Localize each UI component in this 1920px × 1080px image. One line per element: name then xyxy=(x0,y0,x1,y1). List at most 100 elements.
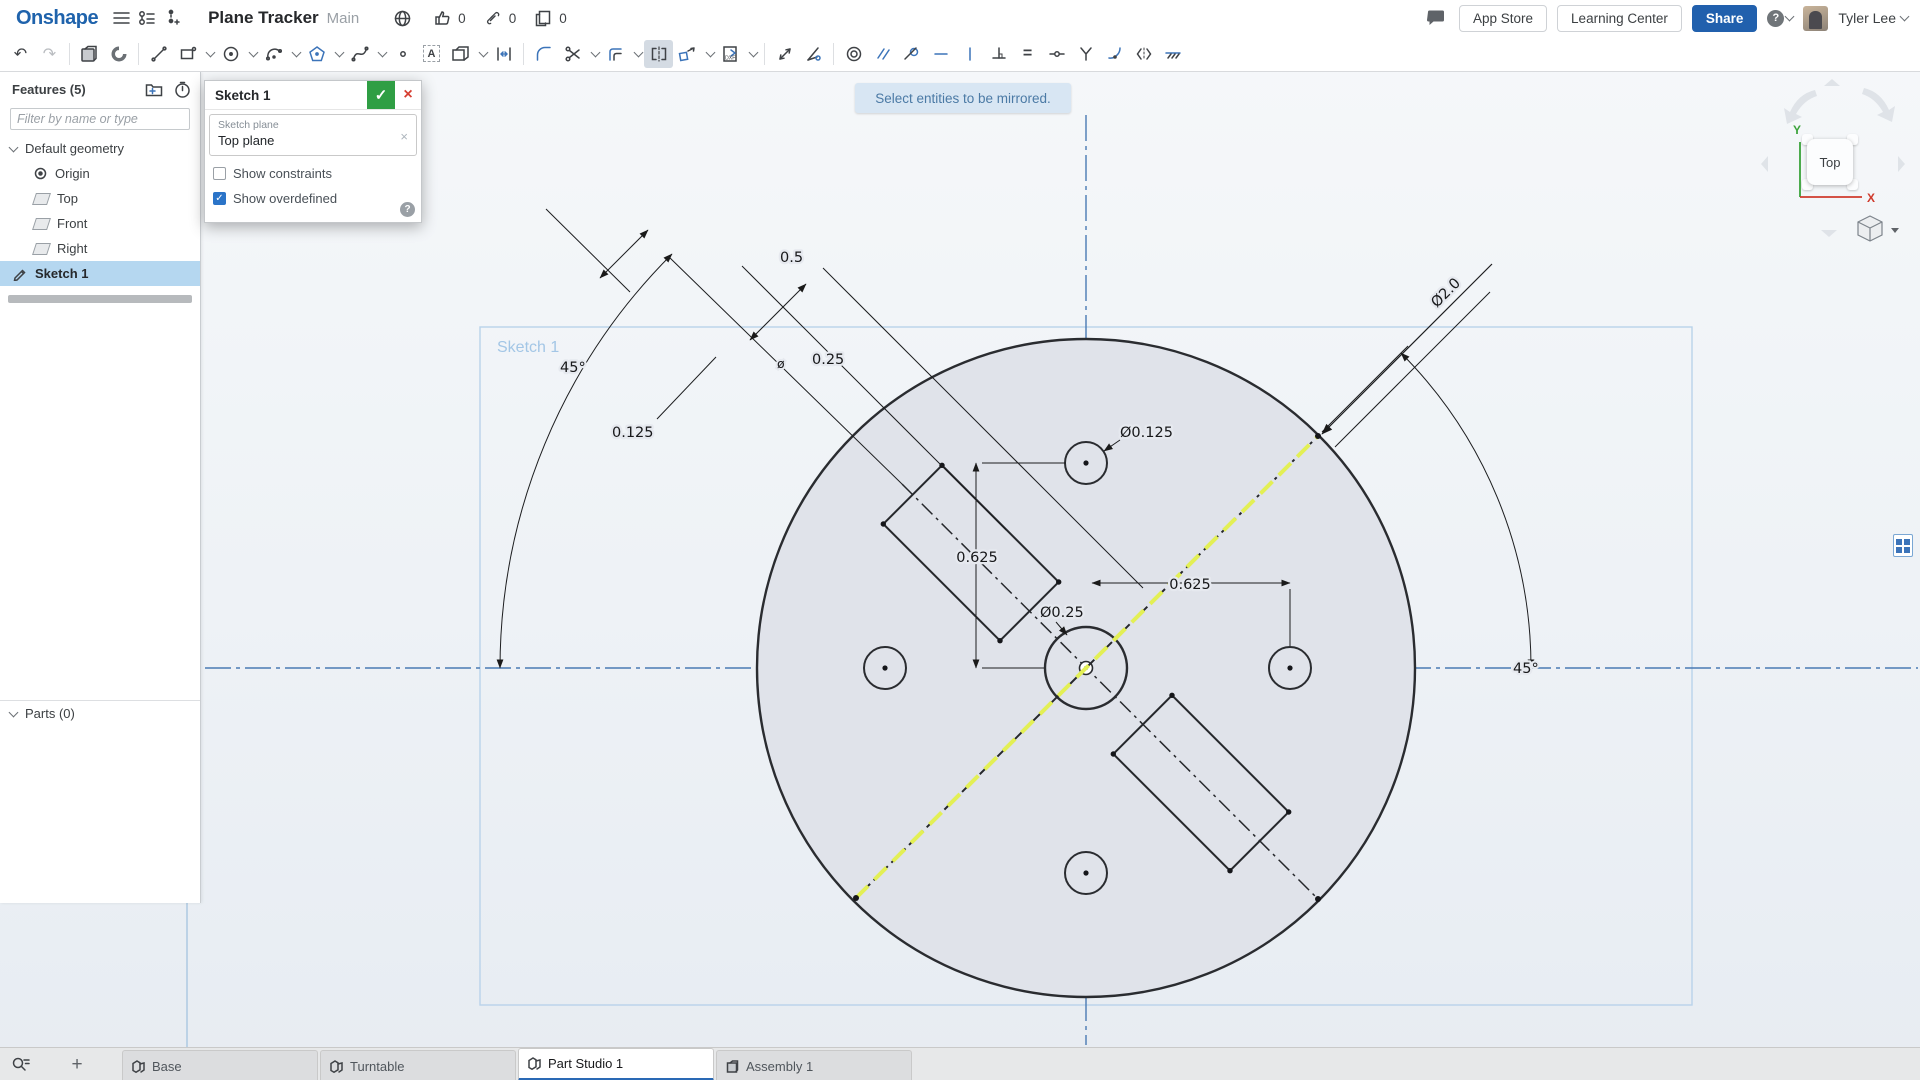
dim-0-5[interactable]: 0.5 xyxy=(778,248,806,269)
point-tool[interactable] xyxy=(388,40,417,68)
mirror-tool[interactable] xyxy=(644,39,673,68)
rectangle-tool[interactable] xyxy=(173,40,202,68)
tab-manager-icon[interactable] xyxy=(6,1050,36,1080)
rollback-timer-icon[interactable] xyxy=(172,79,192,99)
dim-0-625-horizontal[interactable]: 0.625 xyxy=(1167,575,1213,596)
arc-dropdown-caret[interactable] xyxy=(288,40,302,68)
show-constraints-checkbox[interactable] xyxy=(213,167,226,180)
measure-tool[interactable] xyxy=(770,40,799,68)
avatar[interactable] xyxy=(1803,5,1829,31)
copy-icon[interactable] xyxy=(530,5,556,31)
tab-base[interactable]: Base xyxy=(122,1050,318,1080)
pierce-constraint[interactable] xyxy=(1100,40,1129,68)
circle-tool[interactable] xyxy=(216,40,245,68)
cube-menu-caret[interactable] xyxy=(1891,228,1899,233)
coincident-constraint[interactable] xyxy=(1071,40,1100,68)
tree-item-origin[interactable]: Origin xyxy=(0,161,200,186)
link-icon[interactable] xyxy=(480,5,506,31)
clear-selection-icon[interactable]: × xyxy=(400,129,408,144)
arc-tool[interactable] xyxy=(259,40,288,68)
sketch-region-icon[interactable] xyxy=(104,40,133,68)
dim-angle-right[interactable]: 45° xyxy=(1511,659,1541,680)
polygon-tool[interactable] xyxy=(302,40,331,68)
solid-model-icon[interactable] xyxy=(75,40,104,68)
filter-input[interactable] xyxy=(10,108,190,130)
vertical-constraint[interactable] xyxy=(955,40,984,68)
show-overdefined-row[interactable]: ✓ Show overdefined xyxy=(213,191,337,206)
symmetric-constraint[interactable] xyxy=(1129,40,1158,68)
public-globe-icon[interactable] xyxy=(389,5,415,31)
spline-tool[interactable] xyxy=(345,40,374,68)
horizontal-constraint[interactable] xyxy=(926,40,955,68)
perpendicular-constraint[interactable] xyxy=(984,40,1013,68)
import-dxf-tool[interactable]: DXF xyxy=(716,40,745,68)
undo-button[interactable]: ↶ xyxy=(6,40,35,68)
chat-icon[interactable] xyxy=(1423,5,1449,31)
cancel-button[interactable]: × xyxy=(395,81,421,109)
concentric-constraint[interactable] xyxy=(839,40,868,68)
offset-dropdown-caret[interactable] xyxy=(630,40,644,68)
line-tool[interactable] xyxy=(144,40,173,68)
chevron-down-icon[interactable] xyxy=(8,707,19,717)
tree-item-right-plane[interactable]: Right xyxy=(0,236,200,261)
rectangle-dropdown-caret[interactable] xyxy=(202,40,216,68)
like-icon[interactable] xyxy=(429,5,455,31)
linear-pattern-tool[interactable] xyxy=(489,40,518,68)
rollback-bar[interactable] xyxy=(8,295,192,303)
trim-tool[interactable] xyxy=(558,40,587,68)
parallel-constraint[interactable] xyxy=(868,40,897,68)
construction-dropdown-caret[interactable] xyxy=(475,40,489,68)
dim-dia-outer[interactable]: Ø2.0 xyxy=(1426,273,1466,313)
fillet-tool[interactable] xyxy=(529,40,558,68)
learning-center-button[interactable]: Learning Center xyxy=(1557,4,1682,32)
dim-angle-left[interactable]: 45° xyxy=(558,358,588,379)
fix-constraint[interactable] xyxy=(1158,40,1187,68)
tree-item-sketch-1[interactable]: Sketch 1 xyxy=(0,261,200,286)
onshape-logo[interactable]: Onshape xyxy=(16,7,99,30)
parts-section-header[interactable]: Parts (0) xyxy=(0,701,200,726)
dimension-tool[interactable] xyxy=(799,40,828,68)
workspace-name[interactable]: Main xyxy=(327,10,360,27)
dim-dia-small-hole[interactable]: Ø0.125 xyxy=(1118,423,1175,444)
tree-item-top-plane[interactable]: Top xyxy=(0,186,200,211)
sketch-plane-field[interactable]: Sketch plane Top plane × xyxy=(209,114,417,156)
accept-button[interactable]: ✓ xyxy=(367,81,395,109)
redo-button[interactable]: ↷ xyxy=(35,40,64,68)
help-icon[interactable]: ? xyxy=(1767,9,1785,27)
app-store-button[interactable]: App Store xyxy=(1459,4,1548,32)
tree-group-default-geometry[interactable]: Default geometry xyxy=(0,136,200,161)
reference-manager-handle[interactable] xyxy=(1893,534,1913,557)
help-menu[interactable]: ? xyxy=(1767,9,1795,27)
cube-view-icon[interactable] xyxy=(1857,215,1883,242)
hamburger-menu-icon[interactable] xyxy=(108,5,134,31)
dialog-help-icon[interactable]: ? xyxy=(400,202,415,217)
dim-0-25[interactable]: 0.25 xyxy=(810,350,847,371)
dim-dia-center-hole[interactable]: Ø0.25 xyxy=(1038,603,1086,624)
polygon-dropdown-caret[interactable] xyxy=(331,40,345,68)
trim-dropdown-caret[interactable] xyxy=(587,40,601,68)
tab-turntable[interactable]: Turntable xyxy=(320,1050,516,1080)
tangent-constraint[interactable] xyxy=(897,40,926,68)
tab-assembly-1[interactable]: Assembly 1 xyxy=(716,1050,912,1080)
dxf-dropdown-caret[interactable] xyxy=(745,40,759,68)
share-button[interactable]: Share xyxy=(1691,4,1758,32)
view-cube[interactable]: Y X Top xyxy=(1760,78,1920,263)
circle-dropdown-caret[interactable] xyxy=(245,40,259,68)
versions-icon[interactable] xyxy=(134,5,160,31)
tree-item-front-plane[interactable]: Front xyxy=(0,211,200,236)
transform-tool[interactable] xyxy=(673,40,702,68)
create-tab-button[interactable]: + xyxy=(62,1054,92,1076)
view-cube-top-face[interactable]: Top xyxy=(1807,139,1853,185)
offset-tool[interactable] xyxy=(601,40,630,68)
dim-stray-dia[interactable]: ø xyxy=(775,354,787,373)
text-tool[interactable]: A xyxy=(417,40,446,68)
dim-0-625-vertical[interactable]: 0.625 xyxy=(954,548,1000,569)
user-menu[interactable]: Tyler Lee xyxy=(1838,10,1910,26)
equal-constraint[interactable]: = xyxy=(1013,40,1042,68)
add-folder-icon[interactable] xyxy=(144,79,164,99)
chevron-down-icon[interactable] xyxy=(8,142,19,152)
construction-tool[interactable] xyxy=(446,40,475,68)
tab-part-studio-1[interactable]: Part Studio 1 xyxy=(518,1048,714,1080)
document-title[interactable]: Plane Tracker xyxy=(208,8,319,28)
transform-dropdown-caret[interactable] xyxy=(702,40,716,68)
